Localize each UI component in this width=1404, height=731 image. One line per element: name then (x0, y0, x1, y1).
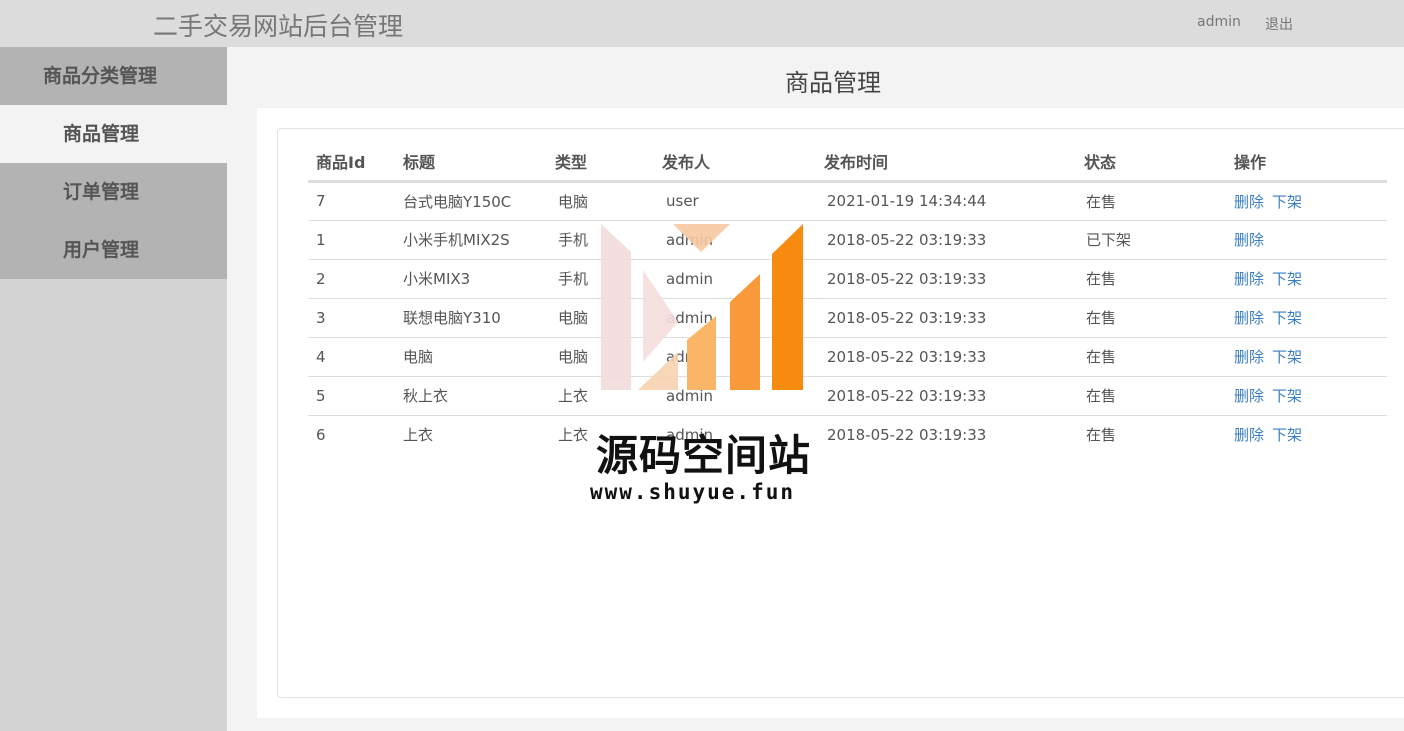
sidebar-item-product-management[interactable]: 商品管理 (0, 105, 227, 163)
column-header-type: 类型 (547, 143, 654, 183)
cell-status: 在售 (1086, 426, 1117, 445)
unlist-link[interactable]: 下架 (1272, 309, 1302, 327)
column-header-publish-time: 发布时间 (816, 143, 1076, 183)
table-row: 4 电脑 电脑 admin 2018-05-22 03:19:33 在售 删除下… (308, 337, 1387, 377)
delete-link[interactable]: 删除 (1234, 193, 1264, 211)
sidebar: 商品分类管理 商品管理 订单管理 用户管理 (0, 47, 227, 731)
cell-publish-time: 2018-05-22 03:19:33 (827, 425, 987, 444)
cell-title: 秋上衣 (395, 376, 547, 416)
column-header-status: 状态 (1076, 143, 1226, 183)
cell-actions: 删除 下架 (1226, 259, 1387, 299)
sidebar-item-label: 商品管理 (63, 123, 140, 145)
cell-publish-time: 2018-05-22 03:19:33 (816, 337, 1076, 377)
sidebar-item-label: 用户管理 (63, 239, 140, 261)
table-header-row: 商品Id 标题 类型 发布人 发布时间 状态 操作 (308, 143, 1387, 183)
cell-actions: 删除 下架 (1226, 376, 1387, 416)
cell-type: 上衣 (558, 426, 589, 445)
cell-publisher: admin (654, 298, 816, 338)
current-user: admin (1197, 14, 1241, 30)
cell-id: 3 (308, 298, 395, 338)
cell-id: 5 (308, 376, 395, 416)
table-row: 2 小米MIX3 手机 admin 2018-05-22 03:19:33 在售… (308, 259, 1387, 299)
top-bar: 二手交易网站后台管理 admin 退出 (0, 0, 1404, 47)
cell-actions: 删除 下架 (1226, 337, 1387, 377)
unlist-link[interactable]: 下架 (1272, 193, 1302, 211)
cell-publish-time: 2018-05-22 03:19:33 (816, 298, 1076, 338)
product-table: 商品Id 标题 类型 发布人 发布时间 状态 操作 7 台式电脑Y150C 电脑… (308, 143, 1387, 454)
cell-status: 在售 (1076, 337, 1226, 377)
unlist-link[interactable]: 下架 (1272, 387, 1302, 405)
sidebar-item-label: 商品分类管理 (43, 65, 158, 87)
cell-title: 台式电脑Y150C (395, 181, 547, 221)
delete-link[interactable]: 删除 (1234, 270, 1264, 288)
cell-type: 手机 (547, 259, 654, 299)
table-row: 1 小米手机MIX2S 手机 admin 2018-05-22 03:19:33… (308, 220, 1387, 260)
cell-publisher: admin (654, 220, 816, 260)
logout-link[interactable]: 退出 (1265, 14, 1293, 34)
delete-link[interactable]: 删除 (1234, 309, 1264, 327)
page-title: 商品管理 (785, 69, 881, 97)
cell-type: 上衣 (547, 376, 654, 416)
cell-publisher: user (654, 181, 816, 221)
cell-publisher: admin (666, 425, 713, 444)
cell-status: 在售 (1076, 259, 1226, 299)
cell-publisher: admin (654, 376, 816, 416)
cell-publish-time: 2018-05-22 03:19:33 (816, 376, 1076, 416)
cell-status: 已下架 (1076, 220, 1226, 260)
delete-link[interactable]: 删除 (1234, 348, 1264, 366)
cell-id: 6 (316, 425, 326, 444)
column-header-actions: 操作 (1226, 143, 1387, 183)
cell-publish-time: 2018-05-22 03:19:33 (816, 259, 1076, 299)
cell-title: 小米手机MIX2S (395, 220, 547, 260)
cell-publisher: admin (654, 259, 816, 299)
table-row: 3 联想电脑Y310 电脑 admin 2018-05-22 03:19:33 … (308, 298, 1387, 338)
cell-status: 在售 (1076, 181, 1226, 221)
cell-publish-time: 2018-05-22 03:19:33 (816, 220, 1076, 260)
column-header-id: 商品Id (308, 143, 395, 183)
sidebar-item-category-management[interactable]: 商品分类管理 (0, 47, 227, 105)
table-row: 7 台式电脑Y150C 电脑 user 2021-01-19 14:34:44 … (308, 181, 1387, 221)
cell-actions: 删除 (1226, 220, 1387, 260)
sidebar-item-user-management[interactable]: 用户管理 (0, 221, 227, 279)
unlist-link[interactable]: 下架 (1272, 270, 1302, 288)
delete-link[interactable]: 删除 (1234, 426, 1264, 444)
cell-type: 电脑 (547, 181, 654, 221)
sidebar-item-order-management[interactable]: 订单管理 (0, 163, 227, 221)
table-row: 6 上衣 上衣 admin 2018-05-22 03:19:33 在售 删除下… (308, 415, 1387, 454)
cell-actions: 删除 下架 (1226, 298, 1387, 338)
cell-id: 2 (308, 259, 395, 299)
cell-title: 电脑 (395, 337, 547, 377)
unlist-link[interactable]: 下架 (1272, 426, 1302, 444)
main-content: 商品Id 标题 类型 发布人 发布时间 状态 操作 7 台式电脑Y150C 电脑… (257, 108, 1404, 718)
cell-status: 在售 (1076, 298, 1226, 338)
delete-link[interactable]: 删除 (1234, 231, 1264, 249)
table-row: 5 秋上衣 上衣 admin 2018-05-22 03:19:33 在售 删除… (308, 376, 1387, 416)
cell-publish-time: 2021-01-19 14:34:44 (816, 181, 1076, 221)
cell-title: 小米MIX3 (395, 259, 547, 299)
site-title: 二手交易网站后台管理 (153, 12, 404, 41)
cell-title: 联想电脑Y310 (395, 298, 547, 338)
sidebar-item-label: 订单管理 (63, 181, 140, 203)
product-table-panel: 商品Id 标题 类型 发布人 发布时间 状态 操作 7 台式电脑Y150C 电脑… (277, 128, 1404, 698)
cell-actions: 删除 下架 (1226, 181, 1387, 221)
cell-type: 电脑 (547, 337, 654, 377)
cell-id: 7 (308, 181, 395, 221)
cell-type: 手机 (547, 220, 654, 260)
cell-actions: 删除 下架 (1226, 415, 1387, 454)
delete-link[interactable]: 删除 (1234, 387, 1264, 405)
unlist-link[interactable]: 下架 (1272, 348, 1302, 366)
cell-title: 上衣 (403, 426, 434, 445)
cell-id: 1 (308, 220, 395, 260)
cell-status: 在售 (1076, 376, 1226, 416)
cell-publisher: admin (654, 337, 816, 377)
column-header-title: 标题 (395, 143, 547, 183)
cell-type: 电脑 (547, 298, 654, 338)
cell-id: 4 (308, 337, 395, 377)
column-header-publisher: 发布人 (654, 143, 816, 183)
